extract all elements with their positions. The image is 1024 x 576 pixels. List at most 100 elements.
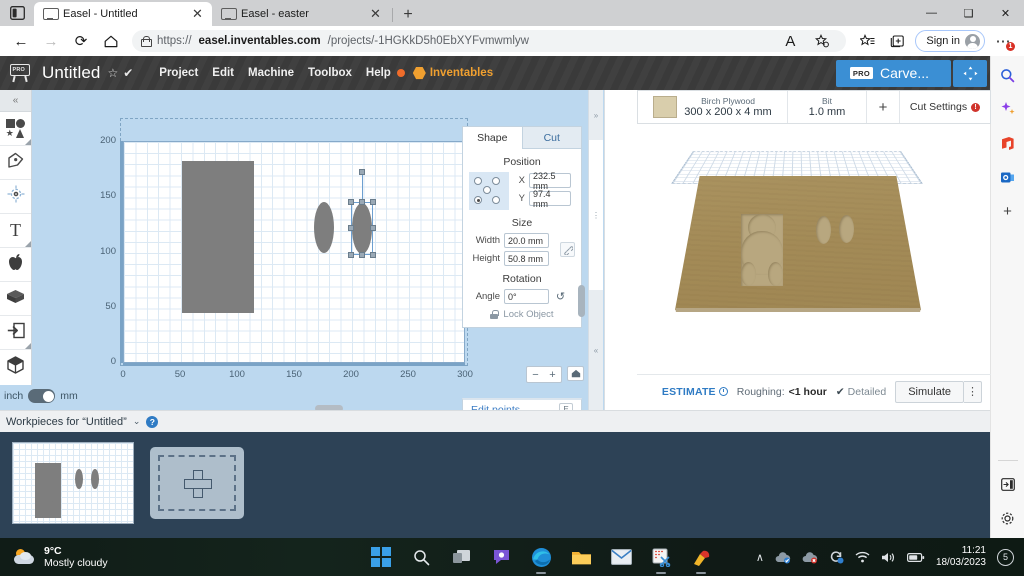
zoom-home-icon[interactable] bbox=[567, 366, 584, 381]
add-favorite-icon[interactable] bbox=[807, 27, 837, 55]
mail-button[interactable] bbox=[609, 545, 633, 569]
collapse-preview-button[interactable]: « bbox=[589, 290, 603, 410]
browser-more-icon[interactable]: ⋯ 1 bbox=[988, 27, 1018, 55]
outlook-icon[interactable] bbox=[997, 166, 1019, 188]
resize-handle-w[interactable] bbox=[348, 225, 354, 231]
settings-gear-icon[interactable] bbox=[997, 507, 1019, 529]
inventables-link[interactable]: Inventables bbox=[412, 66, 493, 80]
menu-toolbox[interactable]: Toolbox bbox=[308, 67, 352, 79]
shapes-tool[interactable]: ★ bbox=[0, 112, 31, 146]
start-button[interactable] bbox=[369, 545, 393, 569]
x-input[interactable]: 232.5 mm bbox=[529, 171, 571, 191]
expand-preview-button[interactable]: » bbox=[589, 90, 603, 140]
ellipse-wing-left[interactable] bbox=[314, 202, 334, 253]
anchor-top-left[interactable] bbox=[474, 177, 482, 185]
ccleaner-button[interactable] bbox=[689, 545, 713, 574]
chat-button[interactable] bbox=[489, 545, 513, 569]
carve-button[interactable]: PRO Carve... bbox=[835, 59, 951, 87]
menu-project[interactable]: Project bbox=[159, 67, 198, 79]
easel-logo-icon[interactable]: PRO bbox=[9, 64, 31, 83]
search-taskbar-button[interactable] bbox=[409, 545, 433, 569]
menu-machine[interactable]: Machine bbox=[248, 67, 294, 79]
anchor-center[interactable] bbox=[483, 186, 491, 194]
snipping-tool-button[interactable] bbox=[649, 545, 673, 574]
3d-tool[interactable] bbox=[0, 350, 31, 384]
drill-tool[interactable] bbox=[0, 180, 31, 214]
zoom-in-button[interactable]: + bbox=[544, 367, 561, 382]
resize-handle-ne[interactable] bbox=[370, 199, 376, 205]
close-tab-icon[interactable]: ✕ bbox=[190, 6, 205, 22]
menu-edit[interactable]: Edit bbox=[212, 67, 234, 79]
minimize-button[interactable]: — bbox=[913, 0, 950, 26]
wifi-icon[interactable] bbox=[855, 551, 870, 563]
help-icon[interactable]: ? bbox=[146, 415, 159, 428]
weather-widget[interactable]: 9°C Mostly cloudy bbox=[0, 545, 108, 569]
sign-in-button[interactable]: Sign in bbox=[915, 30, 985, 52]
add-material-button[interactable]: + bbox=[867, 91, 900, 123]
office-icon[interactable] bbox=[997, 132, 1019, 154]
material-button[interactable]: Birch Plywood 300 x 200 x 4 mm bbox=[638, 91, 788, 123]
apps-tool[interactable] bbox=[0, 248, 31, 282]
rotation-handle[interactable] bbox=[359, 169, 365, 175]
penguin-shape[interactable] bbox=[182, 161, 254, 313]
canvas-vertical-scrollbar[interactable] bbox=[578, 285, 585, 317]
menu-help[interactable]: Help bbox=[366, 67, 391, 79]
tab-shape[interactable]: Shape bbox=[463, 127, 522, 149]
tab-list-icon[interactable] bbox=[0, 0, 34, 26]
maximize-button[interactable]: ❑ bbox=[950, 0, 987, 26]
anchor-bottom-right[interactable] bbox=[492, 196, 500, 204]
workpiece-thumbnail-1[interactable] bbox=[12, 442, 134, 524]
resize-handle-n[interactable] bbox=[359, 199, 365, 205]
anchor-selector[interactable] bbox=[469, 172, 509, 210]
update-icon[interactable] bbox=[829, 550, 844, 564]
collapse-rail-button[interactable]: « bbox=[0, 90, 31, 112]
simulate-button[interactable]: Simulate bbox=[895, 380, 964, 403]
reset-rotation-icon[interactable]: ↺ bbox=[553, 289, 568, 304]
new-tab-button[interactable]: + bbox=[395, 4, 421, 26]
copilot-icon[interactable] bbox=[997, 98, 1019, 120]
favorites-icon[interactable] bbox=[852, 27, 882, 55]
width-input[interactable]: 20.0 mm bbox=[504, 233, 549, 248]
browser-tab-0[interactable]: Easel - Untitled ✕ bbox=[34, 2, 212, 26]
address-bar[interactable]: https:// easel.inventables.com/projects/-… bbox=[132, 27, 847, 55]
edge-button[interactable] bbox=[529, 545, 553, 574]
browser-tab-1[interactable]: Easel - easter ✕ bbox=[212, 2, 390, 26]
bit-button[interactable]: Bit 1.0 mm bbox=[788, 91, 867, 123]
close-tab-icon[interactable]: ✕ bbox=[368, 6, 383, 22]
text-tool[interactable]: T bbox=[0, 214, 31, 248]
resize-handle-nw[interactable] bbox=[348, 199, 354, 205]
resize-handle-e[interactable] bbox=[370, 225, 376, 231]
drag-panel-handle[interactable]: ⋮ bbox=[589, 140, 603, 290]
home-icon[interactable] bbox=[96, 27, 126, 55]
file-explorer-button[interactable] bbox=[569, 545, 593, 569]
cut-settings-button[interactable]: Cut Settings ! bbox=[900, 91, 990, 123]
projects-tool[interactable] bbox=[0, 282, 31, 316]
resize-handle-s[interactable] bbox=[359, 252, 365, 258]
chevron-down-icon[interactable]: ⌄ bbox=[133, 416, 141, 427]
material-grid[interactable] bbox=[123, 141, 465, 363]
back-icon[interactable]: ← bbox=[6, 27, 36, 55]
site-info-lock-icon[interactable] bbox=[141, 35, 152, 47]
resize-handle-sw[interactable] bbox=[348, 252, 354, 258]
angle-input[interactable]: 0° bbox=[504, 289, 549, 304]
anchor-bottom-left[interactable] bbox=[474, 196, 482, 204]
tab-cut[interactable]: Cut bbox=[521, 127, 581, 149]
add-app-icon[interactable]: + bbox=[997, 200, 1019, 222]
resize-handle-se[interactable] bbox=[370, 252, 376, 258]
workpiece-add-tile[interactable] bbox=[150, 447, 244, 519]
close-window-button[interactable]: ✕ bbox=[987, 0, 1024, 26]
forward-icon[interactable]: → bbox=[36, 27, 66, 55]
taskbar-clock[interactable]: 11:21 18/03/2023 bbox=[936, 545, 986, 569]
3d-preview-panel[interactable]: Birch Plywood 300 x 200 x 4 mm Bit 1.0 m… bbox=[604, 90, 991, 410]
estimate-label[interactable]: ESTIMATE bbox=[662, 386, 728, 398]
anchor-top-right[interactable] bbox=[492, 177, 500, 185]
estimate-more-icon[interactable]: ⋮ bbox=[964, 380, 982, 403]
show-hidden-icons[interactable]: ∧ bbox=[756, 551, 764, 564]
notifications-button[interactable]: 5 bbox=[997, 548, 1014, 566]
lock-object-row[interactable]: Lock Object bbox=[463, 304, 581, 327]
customize-sidebar-icon[interactable] bbox=[997, 473, 1019, 495]
pen-tool[interactable] bbox=[0, 146, 31, 180]
y-input[interactable]: 97.4 mm bbox=[529, 189, 571, 209]
search-icon[interactable] bbox=[997, 64, 1019, 86]
zoom-out-button[interactable]: − bbox=[527, 367, 544, 382]
